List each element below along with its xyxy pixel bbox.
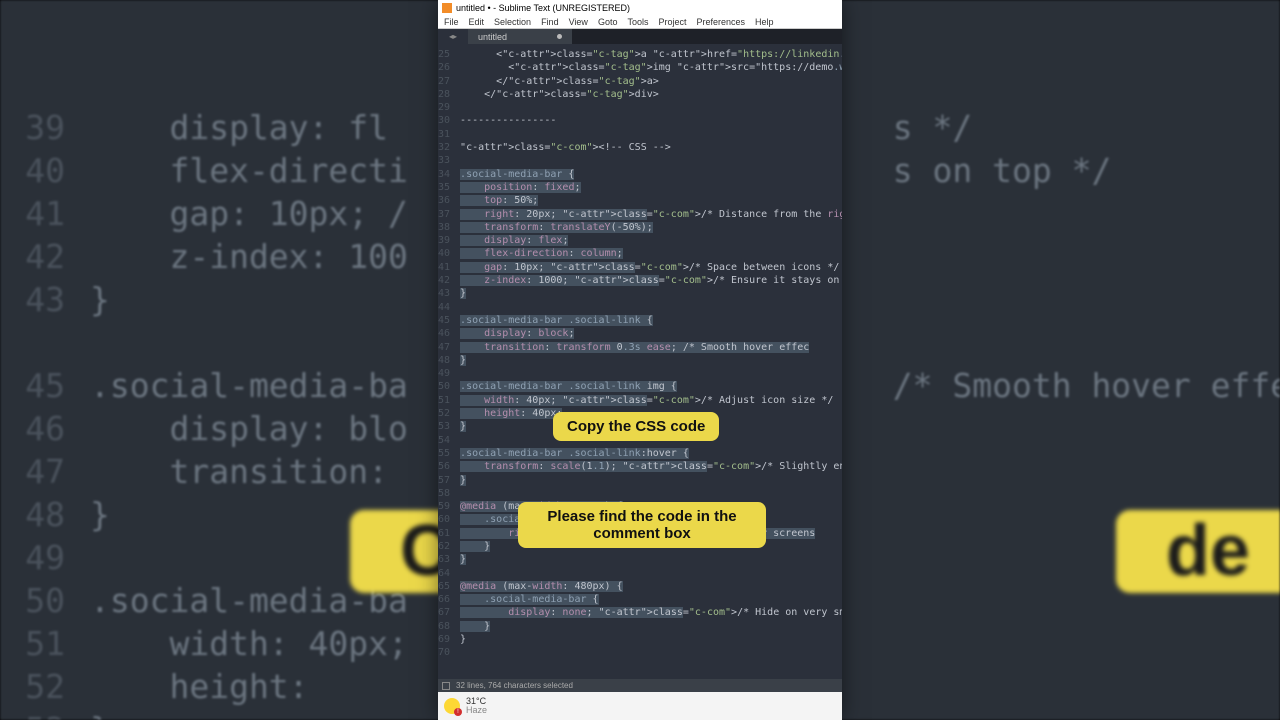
line-gutter: 25 26 27 28 29 30 31 32 33 34 35 36 37 3…: [438, 44, 456, 679]
weather-widget[interactable]: 31°C Haze: [466, 697, 487, 715]
window-titlebar[interactable]: untitled • - Sublime Text (UNREGISTERED): [438, 0, 842, 15]
menu-tools[interactable]: Tools: [627, 17, 648, 27]
menu-find[interactable]: Find: [541, 17, 559, 27]
menu-preferences[interactable]: Preferences: [696, 17, 745, 27]
menu-edit[interactable]: Edit: [469, 17, 485, 27]
selection-status: 32 lines, 764 characters selected: [456, 681, 573, 690]
menu-view[interactable]: View: [569, 17, 588, 27]
menu-bar: File Edit Selection Find View Goto Tools Projec…: [438, 15, 842, 29]
menu-selection[interactable]: Selection: [494, 17, 531, 27]
windows-taskbar[interactable]: 31°C Haze: [438, 692, 842, 720]
bg-callout-right: de: [1116, 510, 1280, 593]
weather-icon[interactable]: [444, 698, 460, 714]
callout-comment-box: Please find the code in the comment box: [518, 502, 766, 548]
menu-help[interactable]: Help: [755, 17, 774, 27]
window-title: untitled • - Sublime Text (UNREGISTERED): [456, 3, 630, 13]
code-content[interactable]: <"c-attr">class="c-tag">a "c-attr">href=…: [456, 44, 842, 679]
panel-switch-icon[interactable]: [442, 682, 450, 690]
menu-goto[interactable]: Goto: [598, 17, 618, 27]
tab-label: untitled: [478, 32, 507, 42]
callout-copy-css: Copy the CSS code: [553, 412, 719, 441]
app-icon: [442, 3, 452, 13]
menu-file[interactable]: File: [444, 17, 459, 27]
modified-indicator-icon: [557, 34, 562, 39]
tab-strip: ◂▸ untitled: [438, 29, 842, 44]
editor-area[interactable]: 25 26 27 28 29 30 31 32 33 34 35 36 37 3…: [438, 44, 842, 679]
menu-project[interactable]: Project: [658, 17, 686, 27]
sublime-window: untitled • - Sublime Text (UNREGISTERED)…: [438, 0, 842, 720]
tab-untitled[interactable]: untitled: [468, 29, 572, 44]
weather-desc: Haze: [466, 706, 487, 715]
nav-back-forward[interactable]: ◂▸: [438, 29, 468, 44]
status-bar: 32 lines, 764 characters selected: [438, 679, 842, 692]
